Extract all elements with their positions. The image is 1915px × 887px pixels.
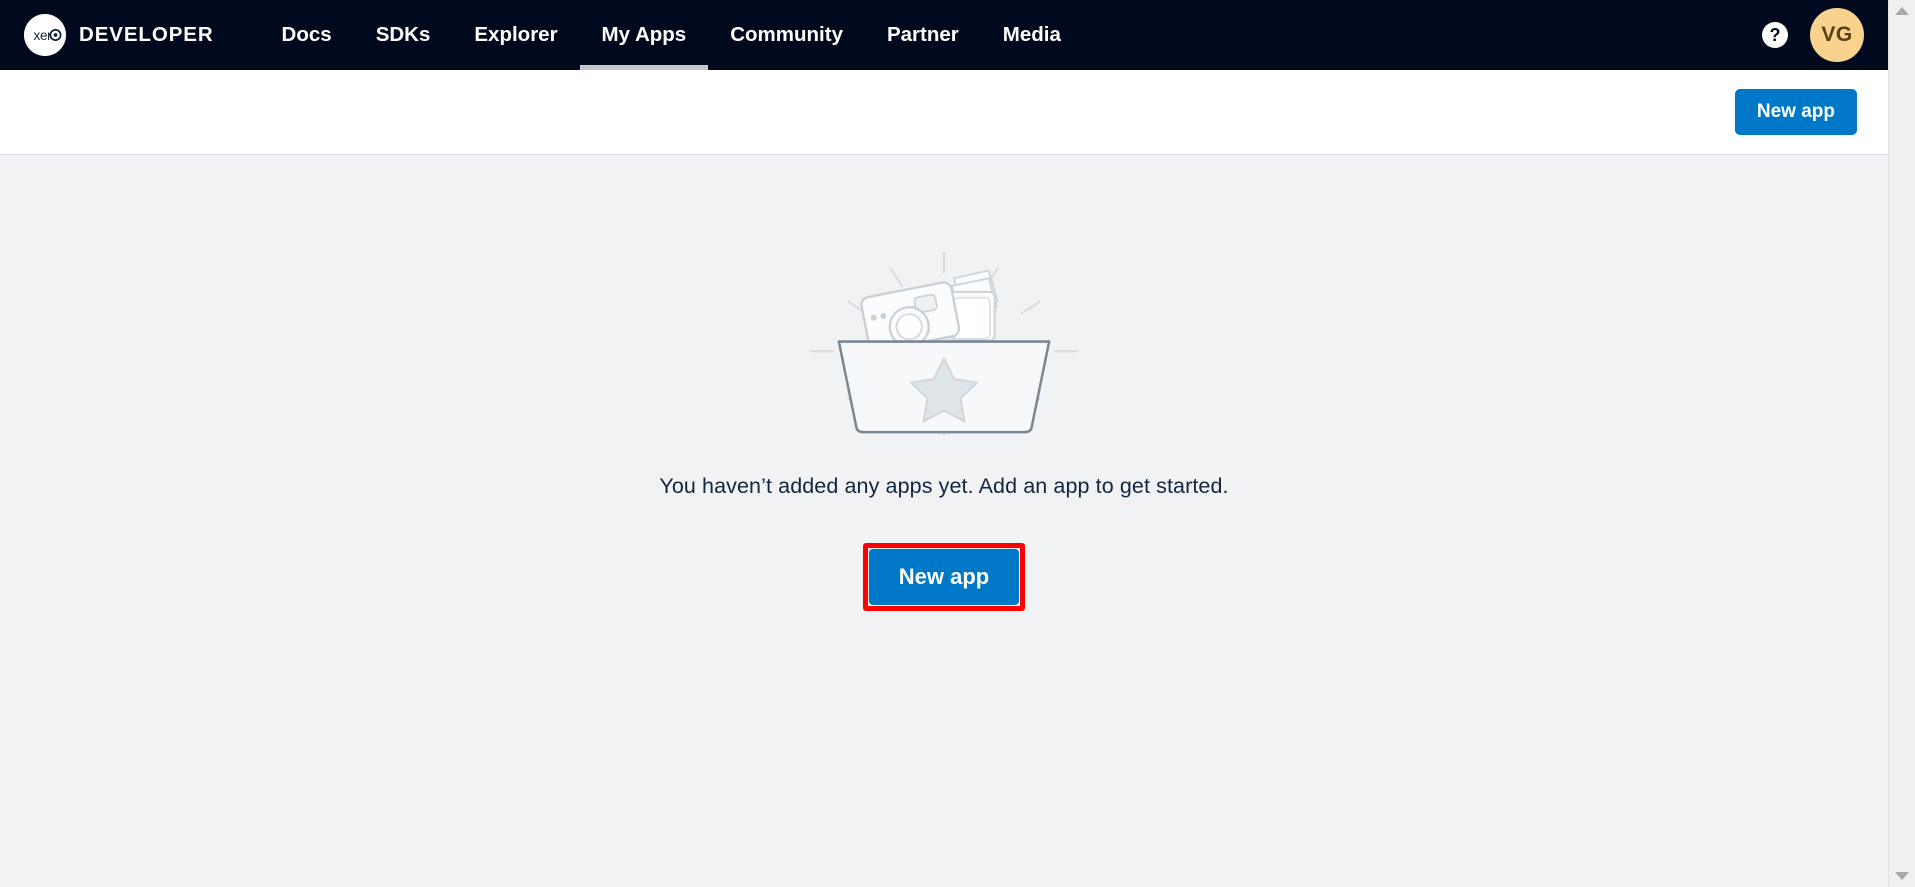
browser-viewport: xer DEVELOPER Docs SDKs Explorer My Apps… bbox=[0, 0, 1915, 887]
new-app-button-toolbar[interactable]: New app bbox=[1734, 88, 1857, 136]
user-avatar[interactable]: VG bbox=[1810, 8, 1864, 62]
nav-label: Media bbox=[1002, 23, 1061, 46]
nav-item-sdks[interactable]: SDKs bbox=[354, 0, 453, 70]
brand-home-link[interactable]: xer DEVELOPER bbox=[24, 0, 214, 70]
help-icon[interactable]: ? bbox=[1762, 22, 1788, 48]
empty-state-message: You haven’t added any apps yet. Add an a… bbox=[659, 474, 1229, 498]
scroll-down-arrow-icon[interactable] bbox=[1889, 865, 1915, 887]
new-app-button-cta[interactable]: New app bbox=[868, 549, 1020, 606]
svg-text:xer: xer bbox=[34, 28, 53, 43]
xero-logo-icon: xer bbox=[24, 14, 66, 56]
main-nav: Docs SDKs Explorer My Apps Community Par… bbox=[260, 0, 1083, 70]
scrollbar-track[interactable] bbox=[1889, 22, 1915, 865]
my-apps-main-content: You haven’t added any apps yet. Add an a… bbox=[0, 155, 1888, 887]
nav-item-community[interactable]: Community bbox=[708, 0, 865, 70]
brand-wordmark: DEVELOPER bbox=[79, 23, 214, 46]
nav-item-explorer[interactable]: Explorer bbox=[452, 0, 579, 70]
nav-item-docs[interactable]: Docs bbox=[260, 0, 354, 70]
scroll-up-arrow-icon[interactable] bbox=[1889, 0, 1915, 22]
nav-item-media[interactable]: Media bbox=[981, 0, 1083, 70]
vertical-scrollbar[interactable] bbox=[1888, 0, 1915, 887]
nav-label: SDKs bbox=[375, 23, 431, 46]
nav-right-group: ? VG bbox=[1762, 8, 1888, 62]
new-app-cta-wrapper: New app bbox=[862, 543, 1026, 612]
nav-item-my-apps[interactable]: My Apps bbox=[579, 0, 709, 70]
top-navigation-bar: xer DEVELOPER Docs SDKs Explorer My Apps… bbox=[0, 0, 1888, 70]
page-content: xer DEVELOPER Docs SDKs Explorer My Apps… bbox=[0, 0, 1888, 887]
nav-label: Docs bbox=[281, 23, 332, 46]
nav-label: Explorer bbox=[474, 23, 558, 46]
nav-item-partner[interactable]: Partner bbox=[865, 0, 981, 70]
nav-label: Partner bbox=[886, 23, 959, 46]
nav-label: My Apps bbox=[601, 23, 687, 46]
nav-label: Community bbox=[730, 23, 843, 46]
page-toolbar: New app bbox=[0, 70, 1888, 155]
empty-basket-illustration bbox=[794, 251, 1094, 436]
